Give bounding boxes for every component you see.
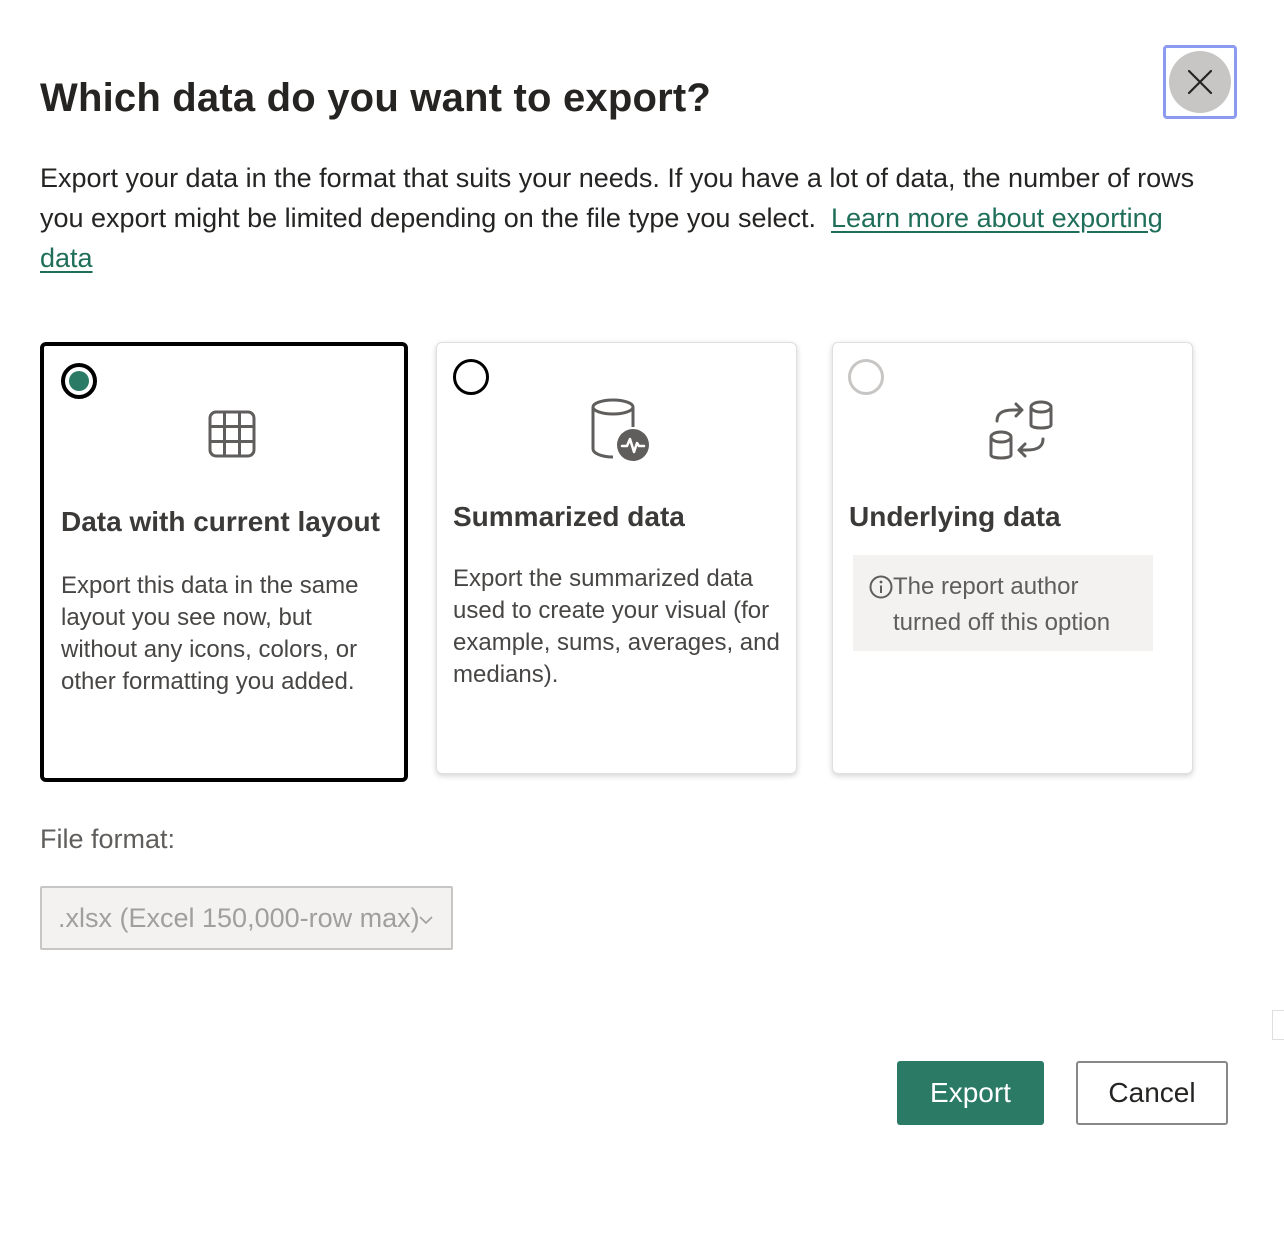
radio-summarized[interactable] — [453, 359, 489, 395]
database-sync-icon — [985, 397, 1055, 472]
close-icon — [1169, 51, 1231, 113]
dialog-title: Which data do you want to export? — [40, 76, 712, 120]
option-card-underlying: Underlying data The report author turned… — [832, 342, 1193, 774]
option-title: Summarized data — [453, 501, 685, 532]
radio-underlying — [848, 359, 884, 395]
radio-current-layout[interactable] — [61, 363, 97, 399]
file-format-value: .xlsx (Excel 150,000-row max) — [58, 902, 420, 933]
file-format-label: File format: — [40, 824, 176, 854]
database-pulse-icon — [589, 397, 655, 468]
option-card-current-layout[interactable]: Data with current layout Export this dat… — [40, 342, 408, 782]
scroll-edge-marker — [1272, 1010, 1284, 1040]
dialog-description: Export your data in the format that suit… — [40, 158, 1220, 278]
export-button[interactable]: Export — [897, 1061, 1044, 1125]
export-data-dialog: Which data do you want to export? Export… — [0, 0, 1284, 1244]
disabled-notice: The report author turned off this option — [853, 555, 1153, 651]
close-button[interactable] — [1163, 45, 1237, 119]
file-format-dropdown[interactable]: .xlsx (Excel 150,000-row max) — [40, 886, 453, 950]
option-title: Underlying data — [849, 501, 1061, 532]
table-grid-icon — [207, 409, 257, 464]
cancel-button[interactable]: Cancel — [1076, 1061, 1228, 1125]
option-description: Export this data in the same layout you … — [61, 572, 359, 695]
option-description: Export the summarized data used to creat… — [453, 565, 780, 688]
option-title: Data with current layout — [61, 506, 380, 537]
notice-text: The report author turned off this option — [893, 573, 1111, 636]
radio-selected-dot — [69, 371, 89, 391]
option-card-summarized[interactable]: Summarized data Export the summarized da… — [436, 342, 797, 774]
info-icon — [869, 575, 893, 599]
chevron-down-icon — [419, 912, 433, 930]
